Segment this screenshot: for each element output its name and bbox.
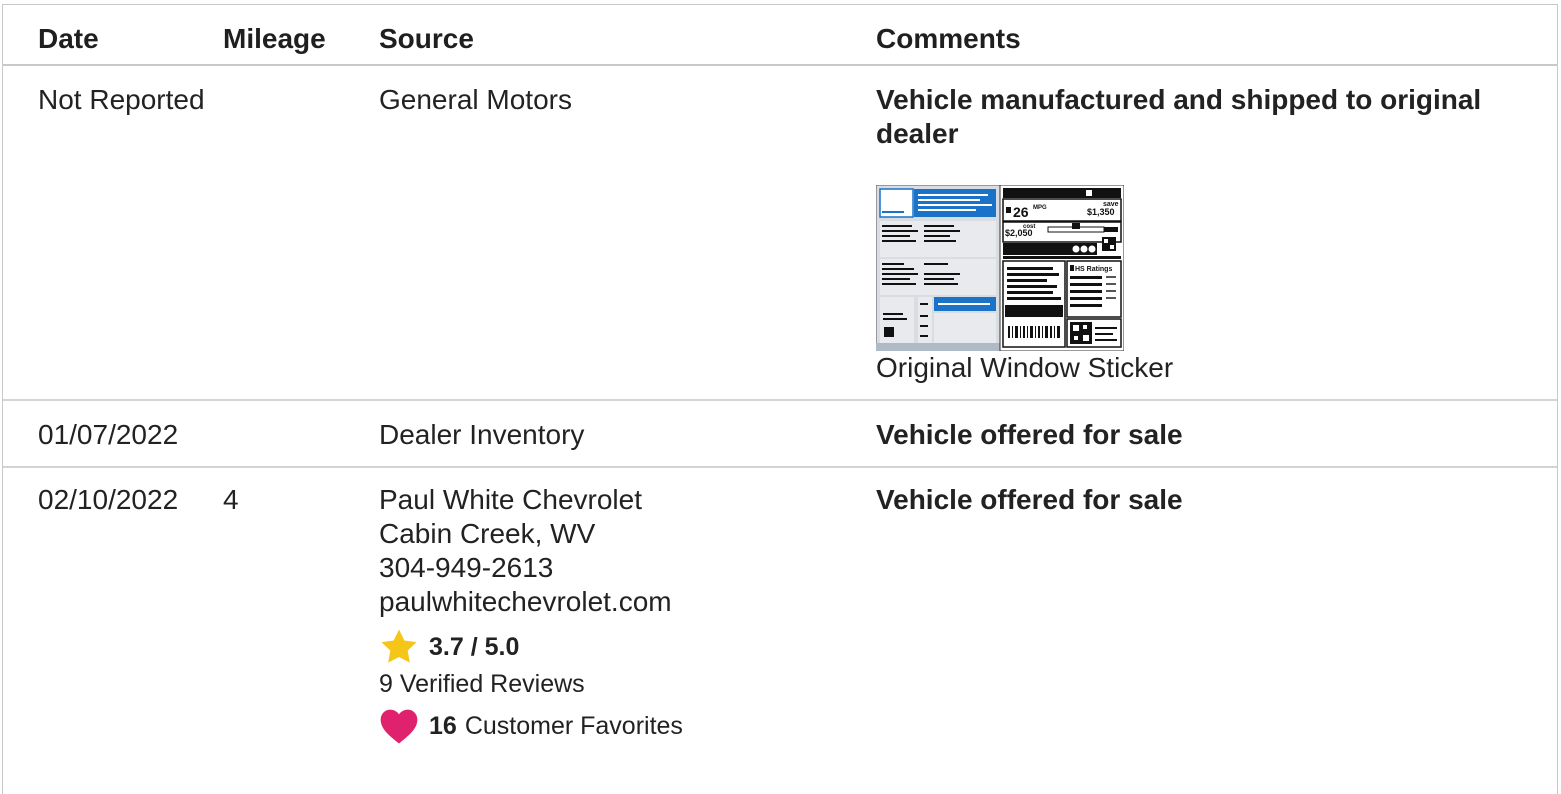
dealer-website[interactable]: paulwhitechevrolet.com: [379, 585, 876, 619]
dealer-name[interactable]: Paul White Chevrolet: [379, 483, 876, 517]
table-row: Not Reported General Motors Vehicle manu…: [3, 65, 1557, 401]
customer-favorites: 16 Customer Favorites: [379, 707, 876, 745]
dealer-location: Cabin Creek, WV: [379, 518, 596, 549]
row-comment: Vehicle manufactured and shipped to orig…: [876, 84, 1482, 149]
dealer-phone[interactable]: 304-949-2613: [379, 551, 876, 585]
window-sticker-thumbnail[interactable]: 26 MPG save $1,350 cost $2,050 HS Rating…: [876, 185, 1124, 351]
row-source: General Motors: [379, 65, 876, 401]
rating-value: 3.7 / 5.0: [429, 633, 520, 661]
heart-icon: [380, 709, 418, 744]
sticker-fuel-cost: $2,050: [1005, 228, 1033, 238]
row-date: 01/07/2022: [3, 400, 223, 468]
star-icon: [381, 629, 417, 663]
row-date: Not Reported: [3, 65, 223, 401]
table-row: 01/07/2022 Dealer Inventory Vehicle offe…: [3, 400, 1557, 468]
header-source: Source: [379, 5, 876, 66]
row-mileage: [223, 400, 379, 468]
sticker-mpg-unit: MPG: [1033, 205, 1047, 211]
favorites-label: Customer Favorites: [464, 712, 683, 740]
header-date: Date: [3, 5, 223, 66]
header-mileage: Mileage: [223, 5, 379, 66]
verified-reviews-link[interactable]: 9 Verified Reviews: [379, 667, 876, 701]
window-sticker-caption[interactable]: Original Window Sticker: [876, 351, 1557, 385]
row-mileage: [223, 65, 379, 401]
row-comments: Vehicle offered for sale: [876, 400, 1557, 468]
row-comment: Vehicle offered for sale: [876, 419, 1183, 450]
table-row: 02/10/2022 4 Paul White Chevrolet Cabin …: [3, 467, 1557, 745]
sticker-mpg: 26: [1013, 204, 1029, 220]
row-source: Dealer Inventory: [379, 400, 876, 468]
row-comments: Vehicle manufactured and shipped to orig…: [876, 65, 1557, 401]
row-date: 02/10/2022: [38, 484, 179, 515]
row-comments: Vehicle offered for sale: [876, 467, 1557, 745]
row-source: Paul White Chevrolet Cabin Creek, WV 304…: [379, 467, 876, 745]
dealer-rating[interactable]: 3.7 / 5.0: [379, 629, 876, 665]
row-comment: Vehicle offered for sale: [876, 484, 1183, 515]
sticker-save-amount: $1,350: [1087, 207, 1115, 217]
sticker-ratings-label: HS Ratings: [1075, 266, 1112, 273]
vehicle-history-table-container: Date Mileage Source Comments Not Reporte…: [2, 4, 1558, 794]
vehicle-history-table: Date Mileage Source Comments Not Reporte…: [3, 5, 1557, 745]
row-mileage: 4: [223, 484, 239, 515]
header-comments: Comments: [876, 5, 1557, 66]
favorites-count: 16: [429, 712, 457, 740]
table-header-row: Date Mileage Source Comments: [3, 5, 1557, 66]
